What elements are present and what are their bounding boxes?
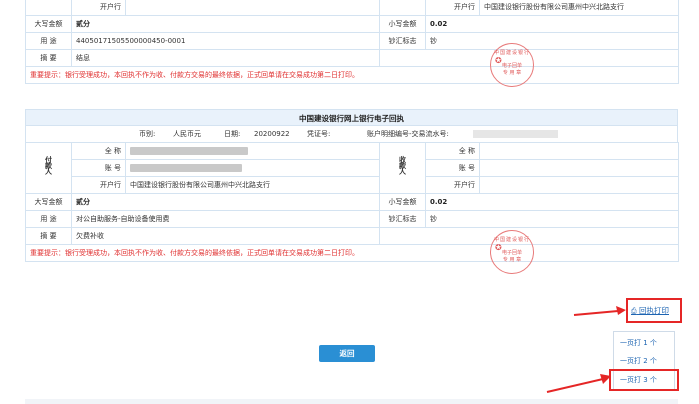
payee-bank-value-2 bbox=[479, 176, 680, 194]
cash-flag-label-2: 钞汇标志 bbox=[379, 210, 427, 228]
receipt-2-table: 付款人 全 称 收款人 全 称 账 号 账 号 开户行 中国建设银行股份有限公司… bbox=[24, 142, 680, 262]
date-label: 日期: bbox=[224, 130, 241, 138]
payee-bank-label: 开户行 bbox=[425, 0, 480, 16]
purpose-label: 用 途 bbox=[25, 32, 72, 50]
print-option-3-highlight bbox=[609, 369, 679, 391]
amount-num-label: 小写金额 bbox=[379, 15, 426, 33]
receipt-2-meta: 币别: 人民币元 日期: 20200922 凭证号: 账户明细编号-交易流水号: bbox=[25, 126, 678, 142]
amount-num-label-2: 小写金额 bbox=[379, 193, 427, 211]
cash-flag-value-2: 钞 bbox=[425, 210, 680, 228]
payer-name-value bbox=[125, 142, 381, 160]
payer-name-label: 全 称 bbox=[70, 142, 127, 160]
payee-bank-label-2: 开户行 bbox=[425, 176, 481, 194]
payer-side-label-cell: 付款人 bbox=[25, 142, 72, 194]
warning-text-2: 重要提示：银行受理成功，本回执不作为收、付款方交易的最终依据，正式回单请在交易成… bbox=[24, 244, 680, 262]
date-value: 20200922 bbox=[254, 130, 290, 138]
detail-label: 账户明细编号-交易流水号: bbox=[367, 130, 449, 138]
payee-account-value bbox=[479, 159, 680, 177]
payer-bank-value-2: 中国建设银行股份有限公司惠州中兴北路支行 bbox=[125, 176, 381, 194]
payee-account-label: 账 号 bbox=[425, 159, 481, 177]
payee-name-value bbox=[479, 142, 680, 160]
payer-account-redacted bbox=[130, 164, 243, 172]
currency-value: 人民币元 bbox=[173, 130, 201, 138]
payee-side-label-cell: 收款人 bbox=[379, 142, 427, 194]
payee-side-cell bbox=[379, 0, 426, 16]
voucher-label: 凭证号: bbox=[307, 130, 331, 138]
payer-bank-label-2: 开户行 bbox=[70, 176, 127, 194]
payer-bank-value bbox=[125, 0, 380, 16]
summary-value-2: 欠费补收 bbox=[70, 227, 381, 245]
back-button[interactable]: 返回 bbox=[319, 345, 375, 362]
payer-name-redacted bbox=[130, 147, 249, 155]
electronic-stamp-2: ✪ 中国建设银行 电子回单 专 用 章 bbox=[490, 230, 534, 274]
payee-side-label: 收款人 bbox=[398, 156, 407, 174]
payer-account-value bbox=[125, 159, 381, 177]
summary-label: 摘 要 bbox=[25, 49, 72, 67]
cash-flag-value: 钞 bbox=[425, 32, 679, 50]
summary-value: 结息 bbox=[71, 49, 380, 67]
payer-bank-label: 开户行 bbox=[71, 0, 126, 16]
serial-redacted bbox=[473, 130, 558, 138]
receipt-1-table: 开户行 开户行 中国建设银行股份有限公司惠州中兴北路支行 大写金额 贰分 小写金… bbox=[25, 0, 679, 84]
purpose-value-2: 对公自助服务-自助设备使用费 bbox=[70, 210, 381, 228]
payee-bank-value: 中国建设银行股份有限公司惠州中兴北路支行 bbox=[479, 0, 679, 16]
print-receipt-button[interactable]: ⎙ 回执打印 bbox=[631, 304, 669, 317]
print-receipt-label: 回执打印 bbox=[639, 306, 669, 315]
purpose-value: 44050171505500000450-0001 bbox=[71, 32, 380, 50]
purpose-label-2: 用 途 bbox=[25, 210, 72, 228]
amount-num-value: 0.02 bbox=[425, 15, 679, 33]
cash-flag-label: 钞汇标志 bbox=[379, 32, 426, 50]
page-bottom-bar bbox=[25, 399, 678, 404]
amount-cn-value: 贰分 bbox=[71, 15, 380, 33]
currency-label: 币别: bbox=[139, 130, 156, 138]
print-option-1[interactable]: 一页打 1 个 bbox=[620, 338, 657, 348]
electronic-stamp-1: ✪ 中国建设银行 电子回单 专 用 章 bbox=[490, 43, 534, 87]
receipt-2-title: 中国建设银行网上银行电子回执 bbox=[25, 109, 678, 126]
annotation-arrow-1 bbox=[573, 306, 626, 316]
warning-text: 重要提示：银行受理成功，本回执不作为收、付款方交易的最终依据，正式回单请在交易成… bbox=[25, 66, 679, 84]
amount-cn-label: 大写金额 bbox=[25, 15, 72, 33]
print-option-2[interactable]: 一页打 2 个 bbox=[620, 356, 657, 366]
amount-cn-value-2: 贰分 bbox=[70, 193, 381, 211]
printer-icon: ⎙ bbox=[631, 307, 637, 315]
amount-num-value-2: 0.02 bbox=[425, 193, 680, 211]
payer-side-cell bbox=[25, 0, 72, 16]
payee-name-label: 全 称 bbox=[425, 142, 481, 160]
amount-cn-label-2: 大写金额 bbox=[25, 193, 72, 211]
payer-side-label: 付款人 bbox=[44, 156, 53, 174]
annotation-arrow-2 bbox=[546, 374, 611, 393]
payer-account-label: 账 号 bbox=[70, 159, 127, 177]
summary-label-2: 摘 要 bbox=[25, 227, 72, 245]
